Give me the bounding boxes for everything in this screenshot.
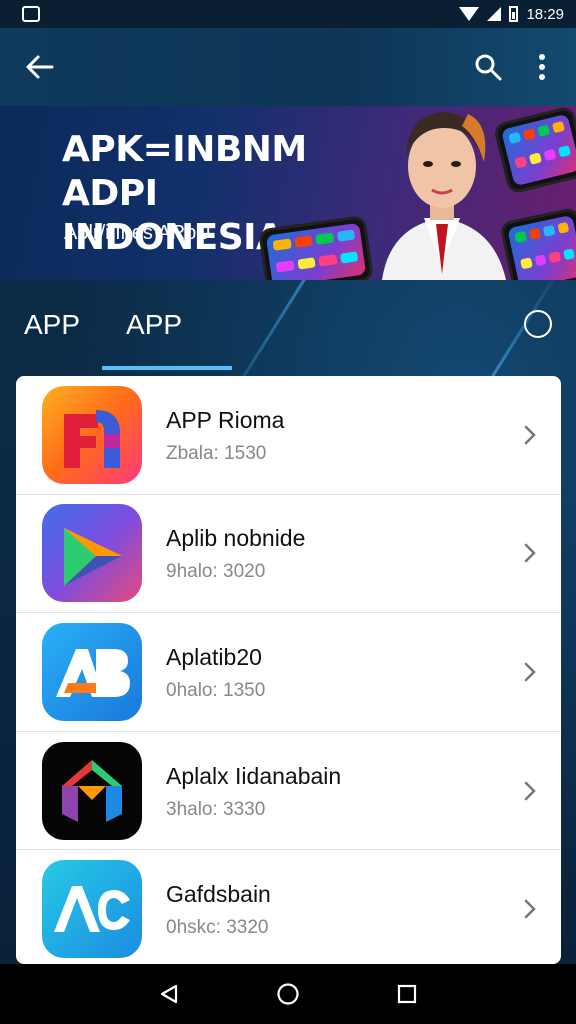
app-meta: 0hskc: 3320 [166,917,269,939]
list-item[interactable]: Aplalx Iidanabain 3halo: 3330 [16,732,561,851]
app-bar [0,28,576,106]
app-rioma-icon [42,385,142,484]
app-meta: 0halo: 1350 [166,679,266,701]
system-nav-bar [0,964,576,1024]
more-options-button[interactable] [522,47,562,87]
status-time: 18:29 [526,5,564,23]
house-logo-icon [42,741,142,840]
app-name: Aplalx Iidanabain [166,762,342,789]
wifi-icon [459,7,480,21]
chevron-right-icon [524,899,536,919]
tab-label: APP [126,309,183,340]
ab-logo-icon [42,622,142,721]
signal-icon [487,7,502,21]
active-tab-indicator [102,366,233,370]
app-name: Aplatib20 [166,643,262,670]
back-triangle-icon [161,984,178,1004]
home-circle-icon [277,983,299,1005]
app-list: APP Rioma Zbala: 1530 Aplib nobnide 9hal… [16,376,561,964]
arrow-left-icon [26,55,54,79]
tab-app-1[interactable]: APP [24,280,80,370]
list-item[interactable]: Aplatib20 0halo: 1350 [16,613,561,732]
promo-banner[interactable]: APK=INBNM ADPI INDONESIA Aplr/i Ihes ARp… [0,106,576,280]
more-vertical-icon [539,54,545,80]
nav-home-button[interactable] [268,974,308,1014]
app-meta: 3halo: 3330 [166,798,266,820]
play-triangle-icon [42,504,142,603]
recents-square-icon [397,984,416,1004]
back-button[interactable] [20,47,60,87]
app-name: Gafdsbain [166,881,271,908]
tab-bar: APP APP [0,280,576,370]
status-bar: 18:29 [0,0,576,28]
person-illustration [382,112,506,280]
chevron-right-icon [524,544,536,563]
banner-subtitle: Aplr/i Ihes ARpU [64,222,211,244]
ac-logo-icon [42,860,142,959]
nav-recents-button[interactable] [387,974,427,1014]
app-name: Aplib nobnide [166,525,306,552]
search-icon [475,54,502,81]
battery-icon [509,6,519,22]
tab-app-2[interactable]: APP [102,280,233,370]
chevron-right-icon [524,781,536,800]
chevron-right-icon [524,425,536,445]
tab-label: APP [24,309,81,340]
chevron-right-icon [524,662,536,682]
list-item[interactable]: Aplib nobnide 9halo: 3020 [16,495,561,614]
app-meta: 9halo: 3020 [166,561,266,583]
app-name: APP Rioma [166,406,285,433]
list-item[interactable]: Gafdsbain 0hskc: 3320 [16,850,561,964]
app-meta: Zbala: 1530 [166,442,267,464]
notification-icon [22,6,40,22]
list-item[interactable]: APP Rioma Zbala: 1530 [16,376,561,495]
nav-back-button[interactable] [149,974,189,1014]
circle-icon[interactable] [524,310,552,338]
search-button[interactable] [468,47,508,87]
